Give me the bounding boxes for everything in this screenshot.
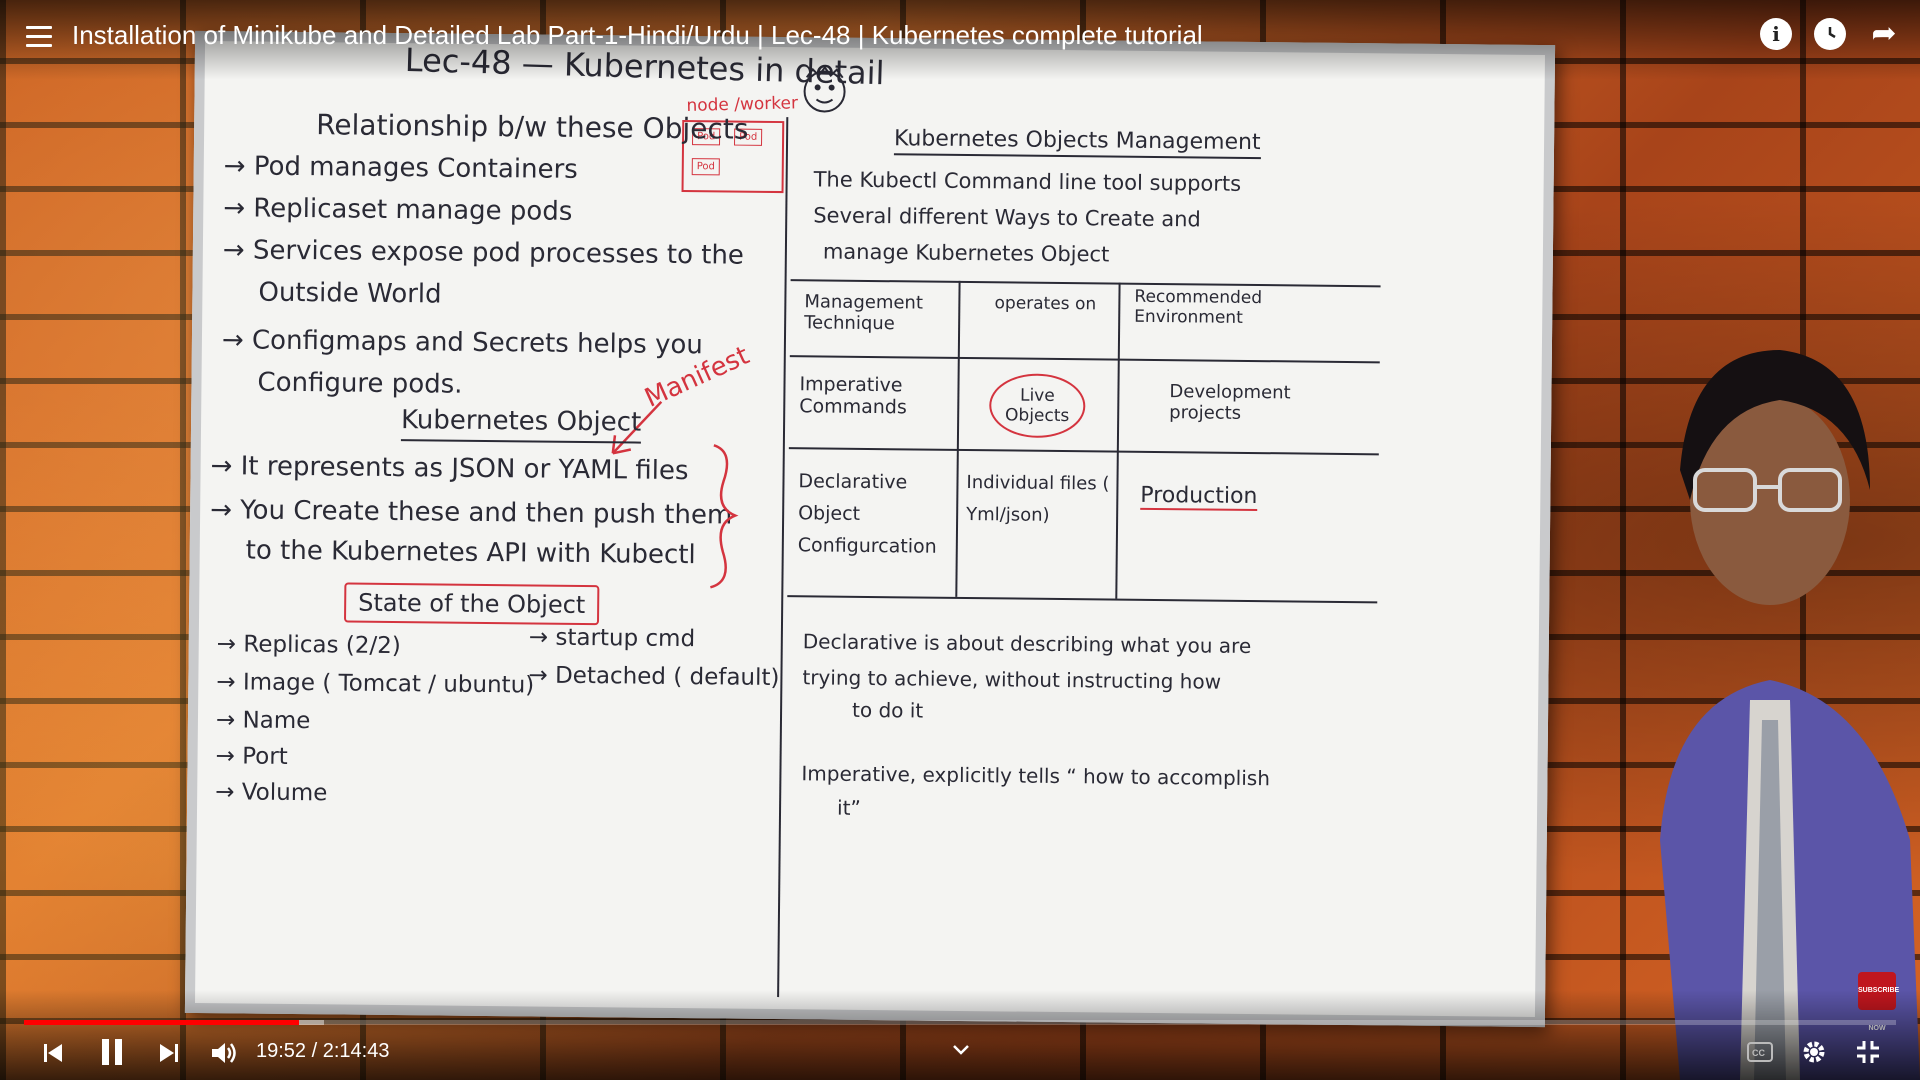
exit-fullscreen-icon[interactable] — [1854, 1038, 1882, 1066]
share-icon[interactable]: ➦ — [1868, 18, 1900, 50]
whiteboard: Lec-48 — Kubernetes in detail node /work… — [184, 30, 1556, 1028]
gear-icon[interactable] — [1800, 1038, 1828, 1066]
notes: Declarative is about describing what you… — [801, 629, 1272, 834]
table-cell-development: Development projects — [1169, 381, 1291, 424]
note-line: Imperative, explicitly tells “ how to ac… — [801, 761, 1271, 791]
list-item: → Name — [215, 707, 311, 735]
volume-icon[interactable] — [208, 1038, 238, 1068]
management-intro: The Kubectl Command line tool supports S… — [813, 167, 1242, 279]
state-list: → Replicas (2/2) → Image ( Tomcat / ubun… — [215, 631, 535, 818]
chevron-down-icon[interactable] — [950, 1040, 972, 1060]
list-item: → Configmaps and Secrets helps you — [221, 325, 704, 361]
video-top-bar: Installation of Minikube and Detailed La… — [0, 0, 1920, 80]
list-item: Outside World — [258, 277, 442, 310]
note-line: to do it — [851, 697, 924, 723]
video-controls-bar — [0, 990, 1920, 1080]
curly-brace — [709, 444, 739, 589]
list-item: → Image ( Tomcat / ubuntu) — [216, 669, 535, 699]
table-cell-live-objects: Live Objects — [988, 373, 1086, 439]
clock-icon[interactable] — [1814, 18, 1846, 50]
board-divider — [777, 117, 789, 998]
skip-next-icon[interactable] — [156, 1040, 182, 1066]
intro-line: The Kubectl Command line tool supports — [813, 167, 1242, 196]
table-header-technique: Management Technique — [804, 291, 924, 335]
skip-previous-icon[interactable] — [40, 1040, 66, 1066]
list-item: → Volume — [215, 779, 328, 807]
table-header-operates: operates on — [994, 293, 1097, 315]
relationship-heading: Relationship b/w these Objects — [316, 108, 749, 146]
svg-text:CC: CC — [1752, 1048, 1765, 1058]
progress-bar[interactable] — [24, 1020, 1896, 1025]
playlist-menu-icon[interactable] — [26, 26, 52, 50]
list-item: → Services expose pod processes to the — [222, 235, 745, 271]
pause-icon[interactable] — [96, 1036, 128, 1068]
intro-line: Several different Ways to Create and — [813, 203, 1201, 232]
list-item: → Replicaset manage pods — [223, 193, 573, 227]
object-list: → It represents as JSON or YAML files → … — [209, 451, 732, 580]
list-item: → It represents as JSON or YAML files — [210, 451, 689, 487]
note-line: Declarative is about describing what you… — [802, 629, 1252, 658]
state-list-right: → startup cmd → Detached ( default) — [528, 624, 780, 703]
time-display: 19:52 / 2:14:43 — [256, 1040, 390, 1062]
info-icon[interactable]: i — [1760, 18, 1792, 50]
list-item: → You Create these and then push them — [210, 495, 733, 531]
played-bar — [24, 1020, 300, 1025]
objects-management-heading: Kubernetes Objects Management — [893, 126, 1261, 160]
table-cell-production: Production — [1140, 482, 1258, 512]
table-cell-individual-files: Individual files ( Yml/json) — [966, 472, 1110, 526]
table-cell-imperative: Imperative Commands — [799, 373, 907, 419]
state-of-object-box: State of the Object — [343, 582, 600, 626]
kubernetes-object-heading: Kubernetes Object — [400, 405, 642, 444]
video-title[interactable]: Installation of Minikube and Detailed La… — [72, 20, 1203, 51]
list-item: → Replicas (2/2) — [216, 631, 401, 660]
list-item: → Pod manages Containers — [223, 151, 578, 185]
list-item: → Port — [215, 743, 288, 770]
list-item: → startup cmd — [528, 624, 696, 653]
captions-icon[interactable]: CC — [1746, 1040, 1774, 1064]
presenter-figure — [1660, 350, 1920, 1080]
table-cell-declarative: Declarative Object Configurcation — [797, 470, 937, 558]
list-item: to the Kubernetes API with Kubectl — [245, 535, 696, 571]
intro-line: manage Kubernetes Object — [822, 239, 1110, 267]
note-line: it” — [836, 795, 861, 820]
note-line: trying to achieve, without instructing h… — [802, 665, 1222, 694]
list-item: → Detached ( default) — [528, 662, 780, 692]
management-table: Management Technique operates on Recomme… — [787, 279, 1381, 604]
table-header-environment: Recommended Environment — [1134, 286, 1263, 328]
